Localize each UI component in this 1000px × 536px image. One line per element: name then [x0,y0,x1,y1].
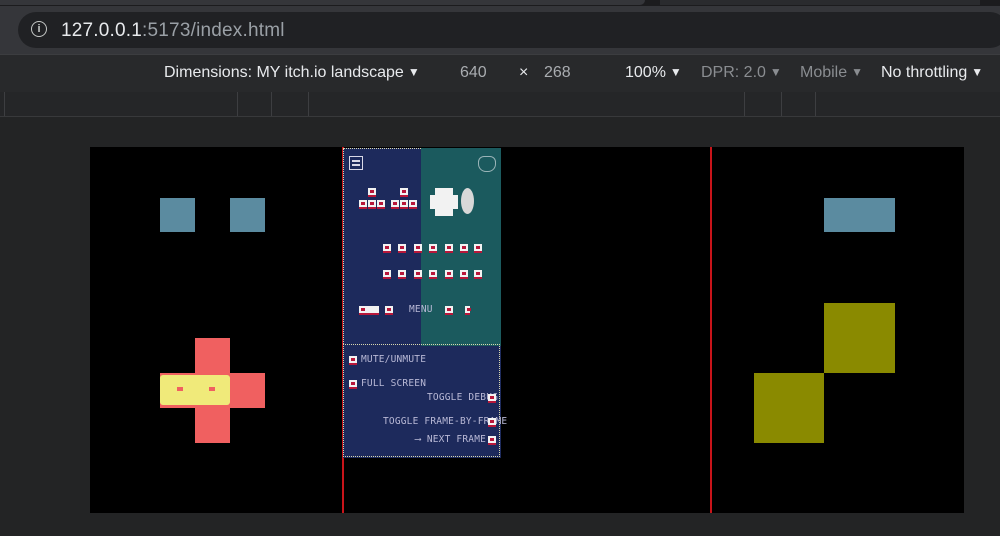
mobile-label: Mobile [800,64,848,81]
olive-block-lower [754,373,824,443]
key-icon [414,270,422,279]
dpr-dropdown[interactable]: DPR: 2.0 ▼ [701,64,782,82]
key-icon [474,244,482,253]
url-path: :5173/index.html [142,20,285,41]
key-p-icon [385,306,393,315]
ruler-mark[interactable] [781,92,782,116]
menu-label: MENU [409,304,433,315]
guide-line-right [710,147,712,513]
key-icon [383,244,391,253]
chevron-down-icon: ▼ [669,65,682,79]
key-down-icon [368,200,376,209]
dpad-dot [209,387,215,391]
fullscreen-label: FULL SCREEN [361,378,427,389]
throttling-label: No throttling [881,64,968,81]
key-icon [429,244,437,253]
key-icon [398,270,406,279]
key-debug-icon [488,394,496,403]
key-f-icon [349,380,357,389]
gamepad-icon [478,156,496,172]
olive-block-upper [824,303,895,373]
ruler-mark[interactable] [308,92,309,116]
info-icon[interactable]: i [31,21,47,37]
chevron-down-icon: ▼ [971,65,984,79]
dimensions-dropdown[interactable]: Dimensions: MY itch.io landscape ▼ [164,64,420,82]
media-query-ruler[interactable] [0,92,1000,117]
omnibox[interactable]: i 127.0.0.1:5173/index.html [18,12,1000,48]
url-host: 127.0.0.1 [61,20,143,41]
chevron-down-icon: ▼ [407,65,420,79]
key-right-icon [377,200,385,209]
height-input[interactable]: 268 [544,64,571,82]
keyboard-icon-row [352,160,360,162]
dpad-dot [177,387,183,391]
key-d-icon [409,200,417,209]
key-frame-icon [488,418,496,427]
key-icon [474,270,482,279]
key-icon [460,244,468,253]
key-s-icon [400,200,408,209]
teal-square-right [230,198,265,232]
dimensions-label: Dimensions: MY itch.io landscape [164,64,404,81]
next-frame-label: ⟶ NEXT FRAME [415,434,487,445]
key-icon [414,244,422,253]
game-canvas[interactable]: MENU MUTE/UNMUTE FULL SCREEN TOGGLE DEBU… [90,147,964,513]
ruler-mark[interactable] [4,92,5,116]
key-icon [445,270,453,279]
ruler-mark[interactable] [271,92,272,116]
mobile-dropdown[interactable]: Mobile ▼ [800,64,863,82]
times-icon: × [519,64,529,81]
ruler-mark[interactable] [815,92,816,116]
key-esc-icon [359,306,379,315]
dpad-left-highlight [160,375,230,405]
address-bar-row: i 127.0.0.1:5173/index.html [0,6,1000,54]
key-a-icon [391,200,399,209]
device-toolbar: Dimensions: MY itch.io landscape ▼ 640 × … [0,54,1000,93]
ruler-mark[interactable] [237,92,238,116]
keyboard-icon [349,156,363,170]
controls-help-panel: MENU MUTE/UNMUTE FULL SCREEN TOGGLE DEBU… [343,148,507,458]
active-tab[interactable] [0,0,645,5]
key-icon [445,244,453,253]
key-next-frame-icon [488,436,496,445]
key-icon [429,270,437,279]
key-m-icon [349,356,357,365]
gamepad-select-button-icon [465,306,471,315]
key-icon [383,270,391,279]
dpr-label: DPR: 2.0 [701,64,766,81]
chevron-down-icon: ▼ [851,65,864,79]
ruler-mark[interactable] [744,92,745,116]
teal-square-left [160,198,195,232]
throttling-dropdown[interactable]: No throttling ▼ [881,64,983,82]
mute-label: MUTE/UNMUTE [361,354,427,365]
inactive-tab[interactable] [660,0,980,5]
gamepad-dpad-icon [430,195,458,209]
width-input[interactable]: 640 [460,64,487,82]
key-w-icon [400,188,408,197]
url-text[interactable]: 127.0.0.1:5173/index.html [61,20,285,42]
zoom-label: 100% [625,64,666,81]
key-icon [398,244,406,253]
key-left-icon [359,200,367,209]
chevron-down-icon: ▼ [769,65,782,79]
dpad-icon [160,338,265,443]
key-up-icon [368,188,376,197]
keyboard-icon-row [352,164,360,166]
gamepad-menu-button-icon [445,306,453,315]
teal-bar-right [824,198,895,232]
gamepad-stick-icon [461,188,474,214]
zoom-dropdown[interactable]: 100% ▼ [625,64,682,82]
key-icon [460,270,468,279]
